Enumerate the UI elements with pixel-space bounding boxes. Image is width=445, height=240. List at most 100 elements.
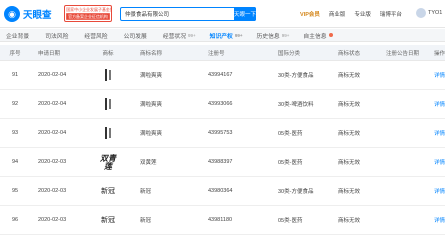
- cell-index: 93: [11, 130, 19, 136]
- cell-mark-name: 满啦爽爽: [140, 102, 163, 108]
- site-logo[interactable]: ◉ 天眼查: [4, 5, 62, 23]
- table-row: 94 2020-02-03 双青莲 双黄莲 43988397 05类-医药 商标无效 详情: [0, 148, 445, 177]
- cell-reg-no: 43988397: [208, 159, 233, 165]
- user-name[interactable]: TYO1: [428, 10, 442, 16]
- nav-vip[interactable]: VIP会员: [300, 10, 320, 18]
- cell-apply-date: 2020-02-03: [38, 159, 67, 165]
- cell-mark: [80, 65, 136, 85]
- cell-reg-no: 43993066: [208, 101, 233, 107]
- nav-professional[interactable]: 专业版: [354, 10, 371, 18]
- col-apply-date: 申请日期: [38, 50, 61, 57]
- trademark-image[interactable]: [98, 65, 118, 85]
- cell-mark: 双青莲: [80, 152, 136, 172]
- detail-link[interactable]: 详情: [424, 71, 445, 79]
- logo-eye-icon: ◉: [4, 6, 20, 22]
- cell-reg-no: 43980364: [208, 188, 233, 194]
- trademark-table: 序号 申请日期 商标 商标名称 注册号 国际分类 商标状态 注册公告日期 操作 …: [0, 45, 445, 235]
- mark-stroke: [105, 98, 108, 110]
- cell-reg-no: 43995753: [208, 130, 233, 136]
- nav-platform[interactable]: 瑞博平台: [380, 10, 402, 18]
- col-class: 国际分类: [278, 50, 301, 57]
- col-action: 操作: [433, 50, 445, 57]
- search-input[interactable]: [121, 8, 234, 20]
- mark-stroke: [105, 69, 108, 81]
- table-row: 91 2020-02-04 满啦爽爽 43994167 30类-方便食品 商标无效 详情: [0, 61, 445, 90]
- cell-status: 商标无效: [338, 189, 361, 195]
- trademark-image-text: 新冠: [101, 216, 115, 224]
- cell-class: 30类-方便食品: [278, 189, 314, 195]
- tab-self-info[interactable]: 自主信息: [303, 31, 333, 40]
- cell-index: 92: [11, 101, 19, 107]
- cell-mark: 新冠: [80, 181, 136, 201]
- cell-status: 商标无效: [338, 102, 361, 108]
- table-body: 91 2020-02-04 满啦爽爽 43994167 30类-方便食品 商标无效 详情 92…: [0, 61, 445, 235]
- tab-intellectual-property[interactable]: 知识产权 99+: [210, 31, 243, 40]
- cell-mark-name: 满啦爽爽: [140, 131, 163, 137]
- col-mark-name: 商标名称: [140, 50, 163, 57]
- cell-mark-name: 新冠: [140, 189, 152, 195]
- detail-link[interactable]: 详情: [424, 100, 445, 108]
- trademark-image[interactable]: [98, 123, 118, 143]
- tab-count: 99+: [188, 32, 196, 38]
- cell-mark-name: 满啦爽爽: [140, 73, 163, 79]
- tab-development[interactable]: 公司发展: [124, 31, 149, 40]
- cell-index: 96: [11, 217, 19, 223]
- tab-label: 历史信息: [256, 33, 280, 40]
- cell-index: 95: [11, 188, 19, 194]
- promo-line-1: 国家中小企业发展子基金旗下: [66, 7, 111, 12]
- tab-operations[interactable]: 经营状况 99+: [163, 31, 196, 40]
- table-row: 96 2020-02-03 新冠 新冠 43981180 05类-医药 商标无效 详情: [0, 206, 445, 235]
- detail-link[interactable]: 详情: [424, 187, 445, 195]
- mark-stroke: [109, 70, 111, 80]
- detail-link[interactable]: 详情: [424, 158, 445, 166]
- col-reg-no: 注册号: [208, 50, 225, 57]
- trademark-image[interactable]: 新冠: [98, 181, 118, 201]
- tab-label: 经营状况: [162, 33, 187, 40]
- cell-apply-date: 2020-02-03: [38, 217, 67, 223]
- trademark-image[interactable]: 新冠: [98, 210, 118, 230]
- cell-reg-no: 43994167: [208, 72, 233, 78]
- mark-stroke: [109, 128, 111, 138]
- tab-background[interactable]: 企业背景: [6, 31, 31, 40]
- cell-status: 商标无效: [338, 218, 361, 224]
- table-row: 95 2020-02-03 新冠 新冠 43980364 30类-方便食品 商标无效 详情: [0, 177, 445, 206]
- tab-label: 司法风险: [45, 33, 69, 40]
- cell-apply-date: 2020-02-04: [38, 101, 67, 107]
- col-status: 商标状态: [338, 50, 361, 57]
- promo-badge[interactable]: 国家中小企业发展子基金旗下 官方备案企业征信机构: [64, 5, 112, 22]
- avatar[interactable]: [416, 8, 426, 18]
- detail-link[interactable]: 详情: [424, 216, 445, 224]
- tab-history[interactable]: 历史信息 99+: [257, 31, 290, 40]
- tab-count: 99+: [281, 32, 290, 38]
- table-row: 93 2020-02-04 满啦爽爽 43995753 05类-医药 商标无效 详情: [0, 119, 445, 148]
- tab-count: 99+: [234, 32, 243, 38]
- cell-apply-date: 2020-02-04: [38, 130, 67, 136]
- trademark-image[interactable]: [98, 94, 118, 114]
- col-index: 序号: [9, 50, 21, 57]
- tab-label: 经营风险: [84, 33, 108, 40]
- cell-class: 05类-医药: [278, 131, 303, 137]
- cell-mark-name: 新冠: [140, 218, 152, 224]
- mark-stroke: [109, 99, 111, 109]
- cell-class: 05类-医药: [278, 218, 303, 224]
- cell-mark: 新冠: [80, 210, 136, 230]
- cell-class: 30类-啤酒饮料: [278, 102, 314, 108]
- search-box: 天眼一下: [120, 7, 256, 21]
- mark-stroke: [105, 127, 108, 139]
- tab-label: 公司发展: [123, 33, 147, 40]
- nav-business[interactable]: 商业版: [329, 10, 346, 18]
- hot-dot-icon: [328, 33, 333, 37]
- tab-label: 企业背景: [6, 33, 30, 40]
- cell-index: 91: [11, 72, 19, 78]
- detail-link[interactable]: 详情: [424, 129, 445, 137]
- tab-operating-risk[interactable]: 经营风险: [84, 31, 109, 40]
- trademark-image[interactable]: 双青莲: [98, 152, 118, 172]
- cell-class: 05类-医药: [278, 160, 303, 166]
- top-nav: VIP会员 商业版 专业版 瑞博平台: [300, 10, 411, 18]
- tab-judicial-risk[interactable]: 司法风险: [45, 31, 70, 40]
- top-bar: ◉ 天眼查 国家中小企业发展子基金旗下 官方备案企业征信机构 天眼一下 VIP会…: [0, 0, 445, 28]
- cell-mark: [80, 123, 136, 143]
- cell-apply-date: 2020-02-03: [38, 188, 67, 194]
- search-button[interactable]: 天眼一下: [234, 7, 256, 21]
- cell-status: 商标无效: [338, 131, 361, 137]
